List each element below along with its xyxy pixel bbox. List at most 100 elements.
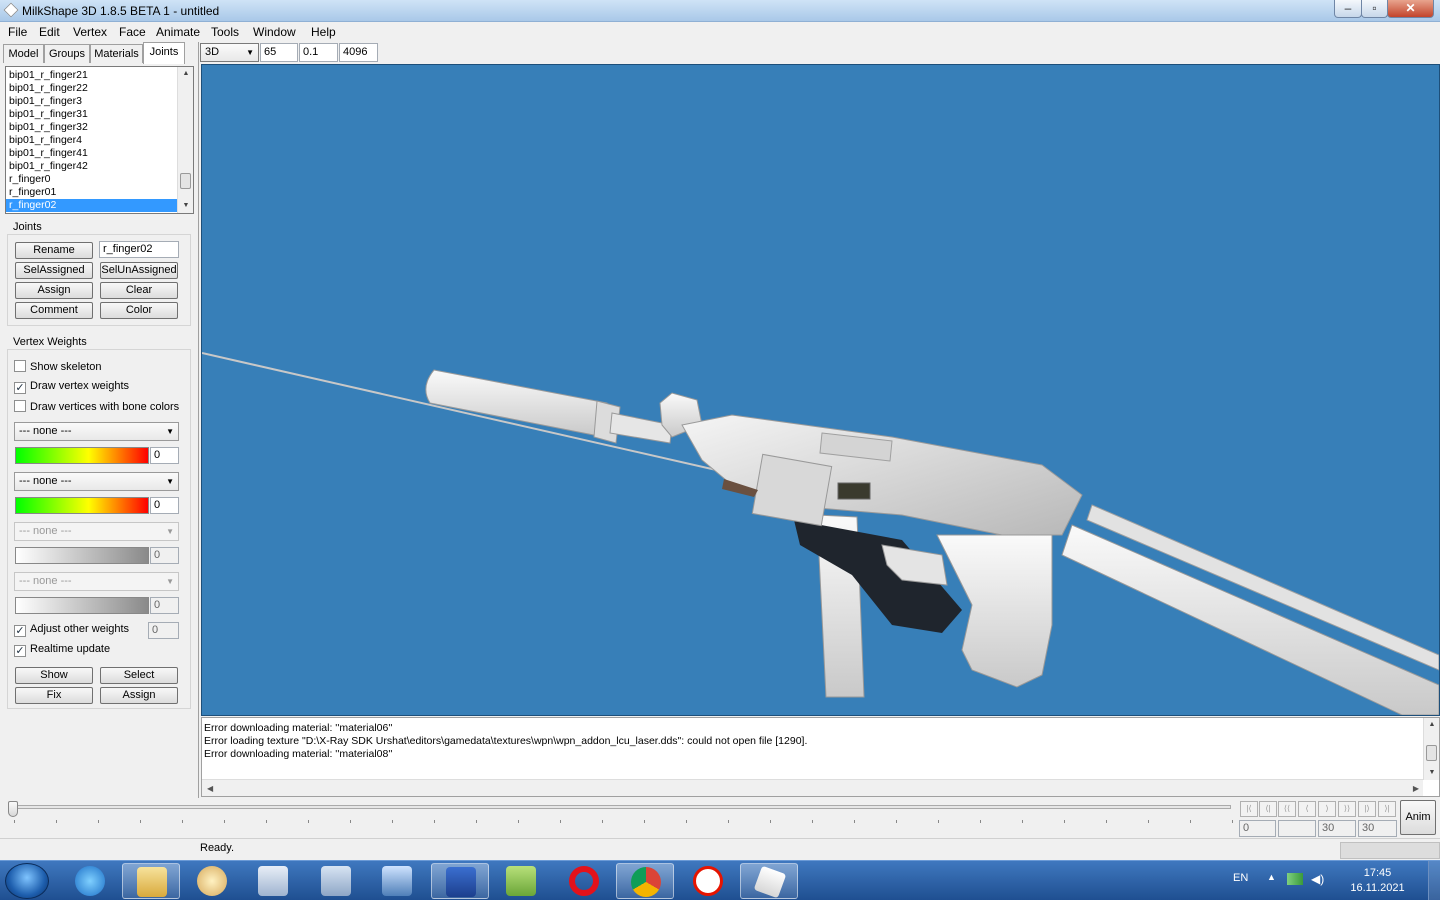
scroll-right-icon[interactable]: ▶: [1413, 780, 1419, 797]
assign-joint-button[interactable]: Assign: [15, 282, 93, 299]
frame-blank-input[interactable]: [1278, 820, 1316, 837]
tray-expand-icon[interactable]: ▲: [1267, 872, 1276, 882]
sel-unassigned-button[interactable]: SelUnAssigned: [100, 262, 178, 279]
scroll-up-icon[interactable]: ▲: [1424, 718, 1440, 732]
weight2-input[interactable]: 0: [150, 497, 179, 514]
weight1-bar[interactable]: [15, 447, 149, 464]
first-frame-button[interactable]: |⟨: [1240, 801, 1258, 817]
network-icon[interactable]: [1287, 873, 1303, 885]
clock[interactable]: 17:45 16.11.2021: [1340, 866, 1415, 896]
list-item[interactable]: bip01_r_finger3: [6, 95, 177, 108]
menu-face[interactable]: Face: [119, 25, 146, 39]
taskbar-chrome[interactable]: [616, 863, 674, 899]
frame-slider-thumb[interactable]: [8, 801, 18, 817]
show-desktop-button[interactable]: [1428, 861, 1440, 900]
adjust-other-weights-checkbox[interactable]: ✓ Adjust other weights: [14, 623, 129, 637]
weight4-bar[interactable]: [15, 597, 149, 614]
log-vertical-scrollbar[interactable]: ▲ ▼: [1423, 718, 1439, 780]
fast-forward-button[interactable]: ⟩⟩: [1338, 801, 1356, 817]
color-button[interactable]: Color: [100, 302, 178, 319]
menu-tools[interactable]: Tools: [211, 25, 239, 39]
list-item[interactable]: bip01_r_finger21: [6, 69, 177, 82]
frame-slider-track[interactable]: [10, 805, 1231, 809]
realtime-update-checkbox[interactable]: ✓ Realtime update: [14, 643, 110, 657]
taskbar-paint[interactable]: [183, 863, 241, 899]
list-item[interactable]: bip01_r_finger4: [6, 134, 177, 147]
taskbar-save[interactable]: [431, 863, 489, 899]
list-item[interactable]: bip01_r_finger31: [6, 108, 177, 121]
list-item[interactable]: bip01_r_finger41: [6, 147, 177, 160]
list-item[interactable]: r_finger01: [6, 186, 177, 199]
taskbar-calculator[interactable]: [307, 863, 365, 899]
list-item[interactable]: bip01_r_finger22: [6, 82, 177, 95]
joints-list-scrollbar[interactable]: ▲ ▼: [177, 67, 193, 213]
draw-vertices-bone-colors-checkbox[interactable]: Draw vertices with bone colors: [14, 400, 179, 413]
anim-button[interactable]: Anim: [1400, 800, 1436, 835]
weight3-bar[interactable]: [15, 547, 149, 564]
menu-help[interactable]: Help: [311, 25, 336, 39]
log-horizontal-scrollbar[interactable]: ◀ ▶: [202, 779, 1423, 796]
message-log[interactable]: Error downloading material: ''material06…: [201, 717, 1440, 797]
list-item-selected[interactable]: r_finger02: [6, 199, 177, 212]
bone2-select[interactable]: --- none --- ▼: [14, 472, 179, 491]
near-plane-input[interactable]: 0.1: [299, 43, 338, 62]
tab-model[interactable]: Model: [3, 44, 44, 63]
joints-list[interactable]: bip01_r_finger21 bip01_r_finger22 bip01_…: [5, 66, 194, 214]
taskbar-snipping-tool[interactable]: [244, 863, 302, 899]
adjust-weights-input[interactable]: 0: [148, 622, 179, 639]
taskbar-milkshape[interactable]: [740, 863, 798, 899]
scroll-left-icon[interactable]: ◀: [207, 780, 213, 797]
clear-button[interactable]: Clear: [100, 282, 178, 299]
tab-groups[interactable]: Groups: [44, 44, 90, 63]
start-button[interactable]: [5, 863, 49, 899]
tab-materials[interactable]: Materials: [90, 44, 143, 63]
prev-key-button[interactable]: ⟨|: [1259, 801, 1277, 817]
menu-window[interactable]: Window: [253, 25, 296, 39]
scroll-down-icon[interactable]: ▼: [1424, 766, 1440, 780]
list-item[interactable]: r_finger0: [6, 173, 177, 186]
taskbar-explorer[interactable]: [122, 863, 180, 899]
rename-button[interactable]: Rename: [15, 242, 93, 259]
menu-file[interactable]: File: [8, 25, 27, 39]
end-frame-input[interactable]: 30: [1358, 820, 1397, 837]
draw-vertex-weights-checkbox[interactable]: ✓ Draw vertex weights: [14, 380, 129, 394]
fix-button[interactable]: Fix: [15, 687, 93, 704]
assign-weights-button[interactable]: Assign: [100, 687, 178, 704]
scroll-down-icon[interactable]: ▼: [178, 199, 193, 213]
select-button[interactable]: Select: [100, 667, 178, 684]
bone1-select[interactable]: --- none --- ▼: [14, 422, 179, 441]
weight1-input[interactable]: 0: [150, 447, 179, 464]
taskbar-notepad-plus[interactable]: [492, 863, 550, 899]
fov-input[interactable]: 65: [260, 43, 298, 62]
show-skeleton-checkbox[interactable]: Show skeleton: [14, 360, 102, 373]
rewind-button[interactable]: ⟨⟨: [1278, 801, 1296, 817]
current-frame-input[interactable]: 0: [1239, 820, 1276, 837]
weight3-input[interactable]: 0: [150, 547, 179, 564]
3d-viewport[interactable]: [201, 64, 1440, 716]
menu-animate[interactable]: Animate: [156, 25, 200, 39]
bone3-select[interactable]: --- none --- ▼: [14, 522, 179, 541]
show-button[interactable]: Show: [15, 667, 93, 684]
volume-icon[interactable]: ◀): [1311, 872, 1324, 886]
close-button[interactable]: ✕: [1387, 0, 1434, 18]
list-item[interactable]: bip01_r_finger32: [6, 121, 177, 134]
taskbar-yandex-browser[interactable]: [679, 863, 737, 899]
menu-vertex[interactable]: Vertex: [73, 25, 107, 39]
total-frames-input[interactable]: 30: [1318, 820, 1356, 837]
next-key-button[interactable]: |⟩: [1358, 801, 1376, 817]
next-frame-button[interactable]: ⟩: [1318, 801, 1336, 817]
far-plane-input[interactable]: 4096: [339, 43, 378, 62]
tab-joints[interactable]: Joints: [143, 42, 185, 64]
view-mode-select[interactable]: 3D ▼: [200, 43, 259, 62]
last-frame-button[interactable]: ⟩|: [1378, 801, 1396, 817]
bone4-select[interactable]: --- none --- ▼: [14, 572, 179, 591]
scroll-thumb[interactable]: [1426, 745, 1437, 761]
taskbar-internet-explorer[interactable]: [61, 863, 119, 899]
sel-assigned-button[interactable]: SelAssigned: [15, 262, 93, 279]
scroll-up-icon[interactable]: ▲: [178, 67, 193, 81]
rename-input[interactable]: r_finger02: [99, 241, 179, 258]
weight4-input[interactable]: 0: [150, 597, 179, 614]
comment-button[interactable]: Comment: [15, 302, 93, 319]
minimize-button[interactable]: –: [1334, 0, 1362, 18]
list-item[interactable]: bip01_r_finger42: [6, 160, 177, 173]
